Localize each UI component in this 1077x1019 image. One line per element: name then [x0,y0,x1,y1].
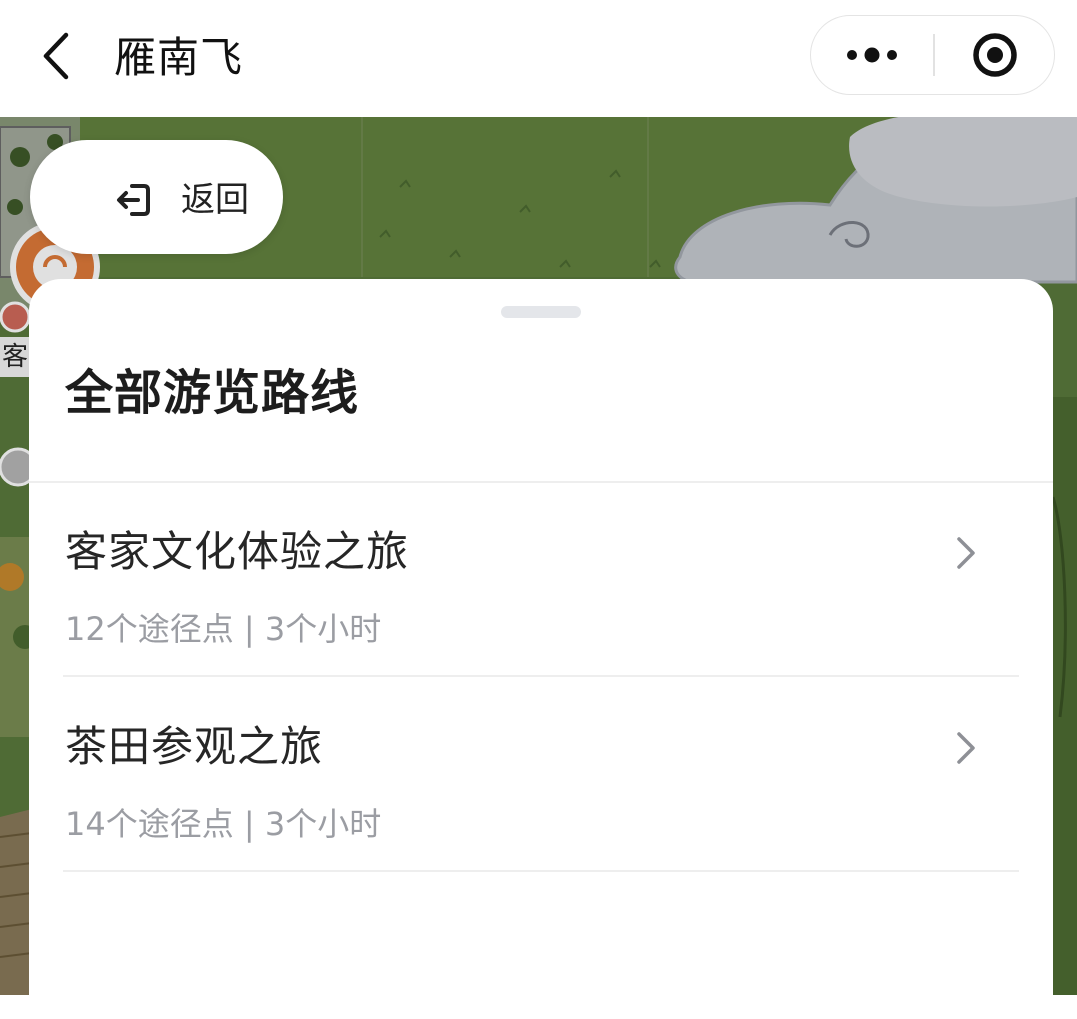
mini-program-capsule [810,15,1055,95]
route-meta: 14个途径点 | 3个小时 [65,805,382,843]
target-close-icon [973,33,1017,77]
route-meta: 12个途径点 | 3个小时 [65,610,382,648]
exit-arrow-icon [117,184,150,216]
close-miniprogram-button[interactable] [935,16,1055,94]
route-divider [63,870,1019,872]
routes-bottom-sheet: 全部游览路线 客家文化体验之旅 12个途径点 | 3个小时 茶田参观之旅 14个… [29,279,1053,1019]
sheet-drag-handle[interactable] [501,306,581,318]
chevron-right-icon [957,732,975,764]
chevron-right-icon [957,537,975,569]
route-name: 客家文化体验之旅 [65,527,410,576]
route-item[interactable]: 客家文化体验之旅 12个途径点 | 3个小时 [63,483,1019,677]
route-name: 茶田参观之旅 [65,722,324,771]
return-button-label: 返回 [181,180,249,220]
more-dots-icon [847,47,897,63]
route-divider [63,675,1019,677]
back-button[interactable] [30,25,86,87]
route-item[interactable]: 茶田参观之旅 14个途径点 | 3个小时 [63,678,1019,872]
page-title: 雁南飞 [114,33,244,82]
return-button[interactable]: 返回 [30,140,283,254]
map-place-label[interactable]: 客 [0,337,30,377]
chevron-left-icon [43,32,69,80]
top-navigation-bar: 雁南飞 [0,0,1077,117]
more-menu-button[interactable] [811,16,933,94]
sheet-title: 全部游览路线 [65,365,360,421]
